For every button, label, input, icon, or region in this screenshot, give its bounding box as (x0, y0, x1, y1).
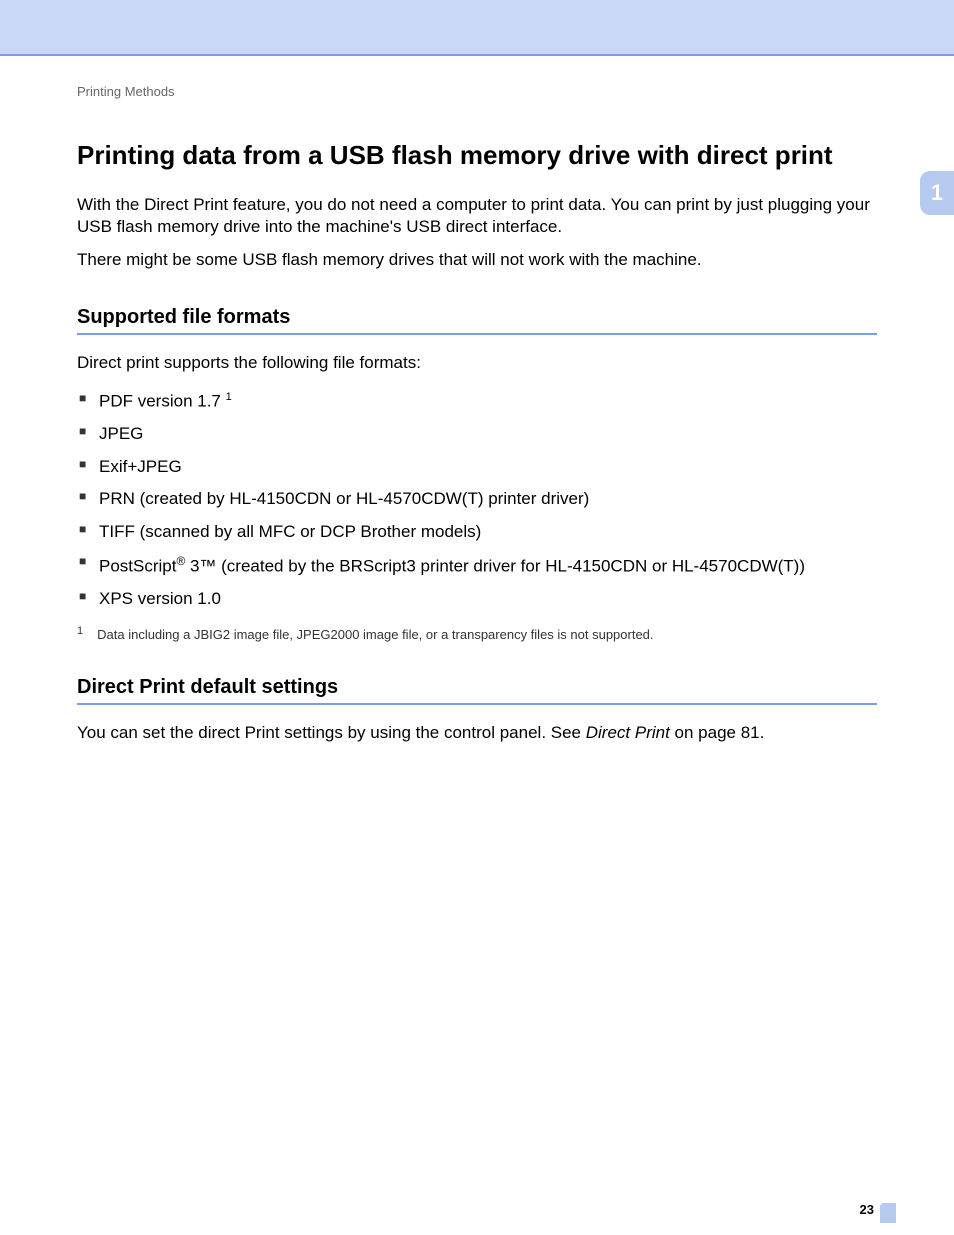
format-list: PDF version 1.7 1 JPEG Exif+JPEG PRN (cr… (77, 385, 877, 615)
footnote-text: Data including a JBIG2 image file, JPEG2… (97, 627, 653, 642)
page-title: Printing data from a USB flash memory dr… (77, 139, 877, 172)
body-text: You can set the direct Print settings by… (77, 723, 586, 742)
section-body: You can set the direct Print settings by… (77, 723, 877, 743)
footnote-number: 1 (77, 625, 83, 640)
list-item: PDF version 1.7 1 (77, 385, 877, 418)
list-item-text: 3™ (created by the BRScript3 printer dri… (185, 557, 805, 576)
footnote: 1 Data including a JBIG2 image file, JPE… (77, 627, 877, 642)
chapter-tab: 1 (920, 171, 954, 215)
list-item: TIFF (scanned by all MFC or DCP Brother … (77, 516, 877, 548)
intro-paragraph-1: With the Direct Print feature, you do no… (77, 194, 877, 240)
header-strip (0, 0, 954, 56)
list-item: PostScript® 3™ (created by the BRScript3… (77, 548, 877, 583)
list-item: Exif+JPEG (77, 451, 877, 483)
list-item-text: PostScript (99, 557, 176, 576)
cross-reference-link[interactable]: Direct Print (586, 723, 670, 742)
list-item: JPEG (77, 418, 877, 450)
section-lead: Direct print supports the following file… (77, 353, 877, 373)
page-number: 23 (860, 1202, 874, 1217)
page-corner-icon (880, 1203, 896, 1223)
page-content: Printing Methods 1 Printing data from a … (0, 56, 954, 743)
section-heading-supported-formats: Supported file formats (77, 306, 877, 335)
registered-mark-icon: ® (176, 554, 185, 568)
breadcrumb: Printing Methods (77, 84, 877, 99)
section-heading-default-settings: Direct Print default settings (77, 676, 877, 705)
body-text: on page 81. (670, 723, 765, 742)
intro-paragraph-2: There might be some USB flash memory dri… (77, 249, 877, 272)
list-item: PRN (created by HL-4150CDN or HL-4570CDW… (77, 483, 877, 515)
list-item-text: PDF version 1.7 (99, 392, 221, 411)
footnote-ref: 1 (226, 391, 232, 403)
list-item: XPS version 1.0 (77, 583, 877, 615)
